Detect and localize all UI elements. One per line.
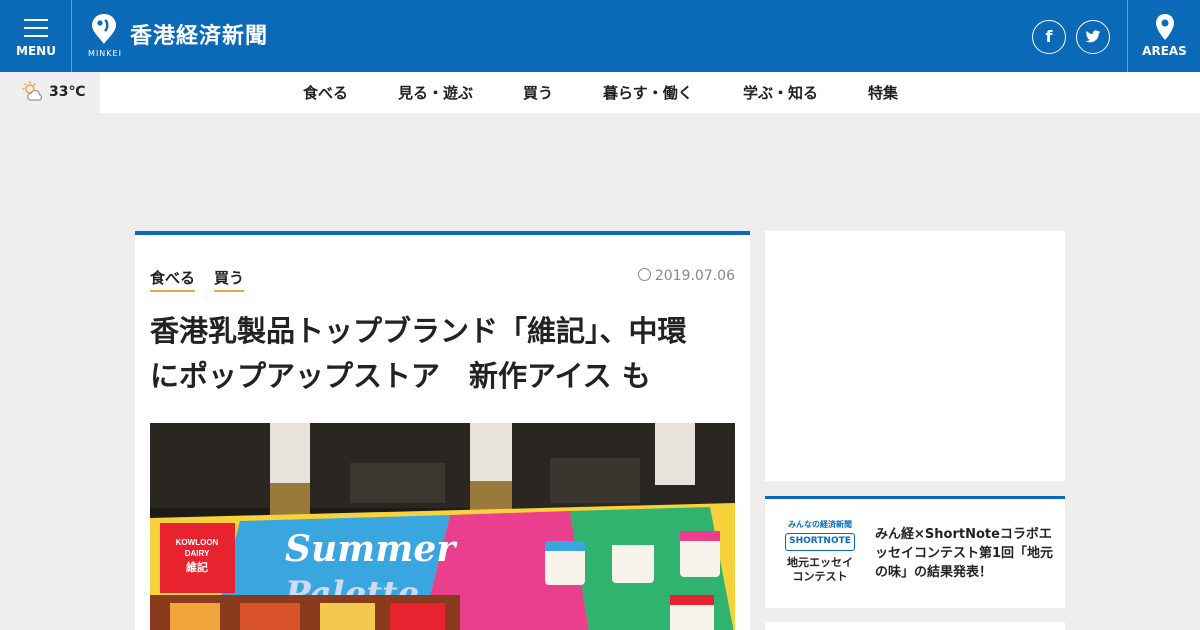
- shortnote-logo-line-3a: 地元エッセイ: [787, 556, 853, 569]
- ad-slot[interactable]: [765, 231, 1065, 481]
- shortnote-logo: みんなの経済新聞 SHORTNOTE 地元エッセイ コンテスト: [783, 519, 857, 591]
- shortnote-logo-line-3: 地元エッセイ コンテスト: [783, 556, 857, 584]
- minkei-logo-icon: MINKEI: [86, 12, 122, 58]
- photo-brand-line-3: 維記: [186, 560, 208, 574]
- nav-item-eat[interactable]: 食べる: [303, 82, 348, 103]
- map-pin-icon: [1156, 14, 1174, 40]
- nav-item-buy[interactable]: 買う: [523, 82, 553, 103]
- temperature: 33℃: [49, 84, 86, 100]
- article-card: 食べる 買う 2019.07.06 香港乳製品トップブランド「維記」、中環 にポ…: [135, 231, 750, 630]
- photo-brand-line-1: KOWLOON: [176, 538, 219, 547]
- nav-item-features[interactable]: 特集: [868, 82, 898, 103]
- shortnote-logo-line-3b: コンテスト: [792, 570, 848, 583]
- shortnote-logo-line-1: みんなの経済新聞: [788, 520, 852, 529]
- site-header: MENU MINKEI 香港経済新聞 f AREAS: [0, 0, 1200, 72]
- article-date: 2019.07.06: [637, 268, 735, 284]
- facebook-icon[interactable]: f: [1032, 20, 1066, 54]
- twitter-icon[interactable]: [1076, 20, 1110, 54]
- weather-widget: 33℃: [0, 72, 100, 113]
- photo-brand-line-2: DAIRY: [185, 549, 210, 558]
- nav-item-see-play[interactable]: 見る・遊ぶ: [398, 82, 473, 103]
- title-line-1: 香港乳製品トップブランド「維記」、中環: [150, 314, 687, 348]
- site-name: 香港経済新聞: [130, 24, 269, 49]
- sidebar-promo-card[interactable]: みんなの経済新聞 SHORTNOTE 地元エッセイ コンテスト みん経×Shor…: [765, 496, 1065, 608]
- areas-label: AREAS: [1142, 44, 1187, 58]
- title-line-2: にポップアップストア 新作アイス も: [150, 359, 651, 393]
- menu-button[interactable]: MENU: [0, 0, 72, 72]
- logo-sub-text: MINKEI: [88, 49, 122, 58]
- date-text: 2019.07.06: [654, 268, 735, 284]
- promo-text: みん経×ShortNoteコラボエッセイコンテスト第1回「地元の味」の結果発表！: [875, 527, 1054, 580]
- nav-item-live-work[interactable]: 暮らす・働く: [603, 82, 693, 103]
- nav-item-learn-know[interactable]: 学ぶ・知る: [743, 82, 818, 103]
- sidebar-next-card[interactable]: [765, 622, 1065, 630]
- article-title[interactable]: 香港乳製品トップブランド「維記」、中環 にポップアップストア 新作アイス も: [150, 309, 740, 399]
- photo-sign-line-1: Summer: [285, 528, 458, 570]
- storefront-image: KOWLOON DAIRY 維記 Summer Palette: [150, 423, 735, 630]
- article-photo[interactable]: KOWLOON DAIRY 維記 Summer Palette: [150, 423, 735, 630]
- hamburger-icon: [24, 19, 48, 37]
- category-tag-eat[interactable]: 食べる: [150, 267, 196, 292]
- sun-cloud-icon: [22, 81, 42, 101]
- areas-button[interactable]: AREAS: [1127, 0, 1200, 72]
- menu-label: MENU: [16, 44, 56, 58]
- shortnote-logo-line-2: SHORTNOTE: [785, 533, 855, 551]
- category-tag-buy[interactable]: 買う: [214, 267, 245, 292]
- category-nav: 33℃ 食べる 見る・遊ぶ 買う 暮らす・働く 学ぶ・知る 特集: [0, 72, 1200, 113]
- clock-icon: [637, 268, 651, 281]
